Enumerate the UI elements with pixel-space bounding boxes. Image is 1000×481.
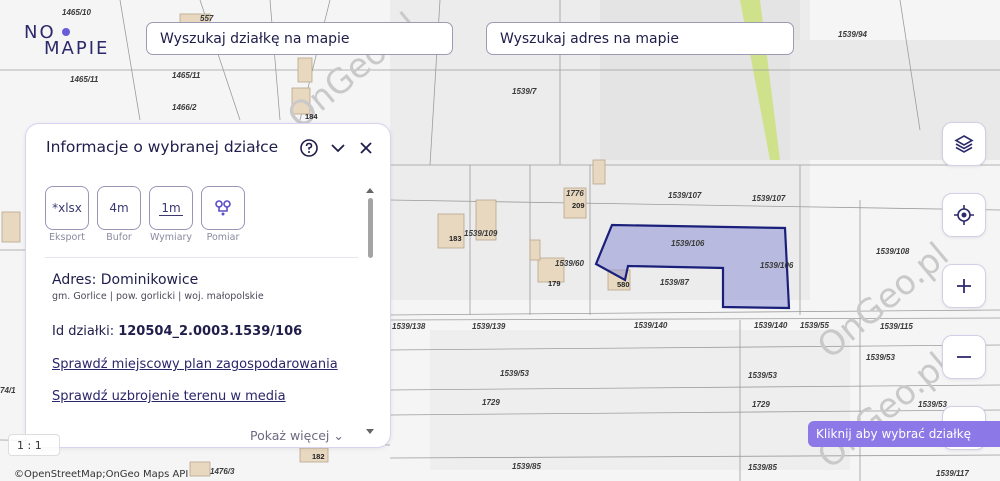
house-number: 183 bbox=[449, 234, 462, 243]
divider bbox=[45, 257, 358, 258]
parcel-label: 1539/87 bbox=[660, 278, 689, 287]
parcel-label: 1539/53 bbox=[748, 371, 777, 380]
parcel-label: 1465/11 bbox=[70, 75, 99, 84]
logo-dot-icon bbox=[62, 28, 70, 36]
parcel-label: 1539/107 bbox=[668, 191, 702, 200]
export-tool-button[interactable]: *xlsx Eksport bbox=[38, 186, 96, 243]
layers-button[interactable] bbox=[942, 122, 986, 166]
parcel-label: 1539/107 bbox=[752, 194, 786, 203]
zoom-out-button[interactable] bbox=[942, 335, 986, 379]
check-utilities-link[interactable]: Sprawdź uzbrojenie terenu w media bbox=[52, 389, 286, 404]
house-number: 182 bbox=[312, 452, 325, 461]
house-number: 179 bbox=[548, 279, 561, 288]
export-label: Eksport bbox=[49, 232, 85, 243]
locate-crosshair-icon bbox=[954, 205, 974, 225]
dimensions-label: Wymiary bbox=[149, 232, 193, 243]
parcel-id: Id działki: 120504_2.0003.1539/106 bbox=[52, 324, 303, 339]
logo[interactable]: NO MAPIE bbox=[24, 22, 124, 62]
layers-icon bbox=[954, 135, 974, 153]
parcel-label: 1539/140 bbox=[634, 321, 668, 330]
parcel-label: 1776 bbox=[566, 189, 584, 198]
parcel-label: 1539/55 bbox=[800, 321, 829, 330]
buffer-tool-button[interactable]: 4m Bufor bbox=[90, 186, 148, 243]
parcel-label: 1539/85 bbox=[748, 463, 777, 472]
parcel-label: 1539/140 bbox=[754, 321, 788, 330]
check-zoning-plan-link[interactable]: Sprawdź miejscowy plan zagospodarowania bbox=[52, 357, 338, 372]
panel-scrollbar[interactable] bbox=[368, 198, 373, 258]
chevron-down-icon: ⌄ bbox=[333, 428, 344, 443]
parcel-label: 1465/11 bbox=[172, 71, 201, 80]
collapse-chevron-icon[interactable] bbox=[327, 137, 349, 159]
address-subtitle: gm. Gorlice | pow. gorlicki | woj. małop… bbox=[52, 291, 264, 302]
measure-tool-button[interactable]: Pomiar bbox=[194, 186, 252, 243]
plot-search-input[interactable]: Wyszukaj działkę na mapie bbox=[146, 22, 453, 55]
parcel-label: 1729 bbox=[482, 398, 500, 407]
parcel-label: 1539/53 bbox=[918, 400, 947, 409]
house-number: 184 bbox=[305, 112, 318, 121]
parcel-label: 1476/3 bbox=[210, 467, 235, 476]
select-parcel-hint: Kliknij aby wybrać działkę bbox=[808, 421, 1000, 447]
parcel-label: 1539/106 bbox=[760, 261, 794, 270]
house-number: 580 bbox=[617, 280, 630, 289]
scroll-down-arrow-icon[interactable] bbox=[366, 429, 374, 434]
parcel-label: 1539/108 bbox=[876, 247, 910, 256]
plus-icon bbox=[957, 279, 971, 293]
show-more-button[interactable]: Pokaż więcej ⌄ bbox=[250, 428, 344, 443]
parcel-label: 1539/138 bbox=[392, 322, 426, 331]
parcel-label: 1539/94 bbox=[838, 30, 867, 39]
close-icon[interactable] bbox=[355, 137, 377, 159]
buffer-icon: 4m bbox=[97, 186, 141, 230]
buffer-label: Bufor bbox=[106, 232, 132, 243]
scale-indicator: 1 : 1 bbox=[8, 434, 60, 456]
scroll-up-arrow-icon[interactable] bbox=[366, 188, 374, 193]
address-search-input[interactable]: Wyszukaj adres na mapie bbox=[486, 22, 794, 55]
logo-line2: MAPIE bbox=[44, 38, 110, 59]
parcel-label: 1466/2 bbox=[172, 103, 197, 112]
parcel-label: 1539/109 bbox=[464, 229, 498, 238]
help-icon[interactable] bbox=[298, 137, 320, 159]
dimensions-tool-button[interactable]: 1m Wymiary bbox=[142, 186, 200, 243]
locate-button[interactable] bbox=[942, 193, 986, 237]
export-icon: *xlsx bbox=[45, 186, 89, 230]
address-title: Adres: Dominikowice bbox=[52, 272, 199, 288]
panel-title: Informacje o wybranej działce bbox=[46, 138, 279, 156]
parcel-label: 1539/53 bbox=[866, 353, 895, 362]
measure-label: Pomiar bbox=[206, 232, 240, 243]
parcel-id-value: 120504_2.0003.1539/106 bbox=[118, 324, 303, 339]
parcel-label: 1539/106 bbox=[671, 239, 705, 248]
plot-info-panel: Informacje o wybranej działce *xlsx Eksp… bbox=[25, 123, 391, 448]
parcel-label: 74/1 bbox=[0, 386, 16, 395]
parcel-label: 1539/7 bbox=[512, 87, 537, 96]
minus-icon bbox=[957, 356, 971, 358]
parcel-label: 1465/10 bbox=[62, 8, 91, 17]
parcel-label: 1729 bbox=[752, 400, 770, 409]
parcel-label: 1539/117 bbox=[936, 469, 969, 478]
house-number: 209 bbox=[572, 201, 585, 210]
parcel-label: 1539/85 bbox=[512, 462, 541, 471]
measure-pins-icon bbox=[201, 186, 245, 230]
dimensions-icon: 1m bbox=[149, 186, 193, 230]
parcel-label: 1539/60 bbox=[555, 259, 584, 268]
zoom-in-button[interactable] bbox=[942, 264, 986, 308]
parcel-label: 1539/139 bbox=[472, 322, 506, 331]
parcel-label: 1539/53 bbox=[500, 369, 529, 378]
map-attribution[interactable]: ©OpenStreetMap;OnGeo Maps API bbox=[14, 469, 188, 480]
parcel-label: 1539/115 bbox=[880, 322, 913, 331]
